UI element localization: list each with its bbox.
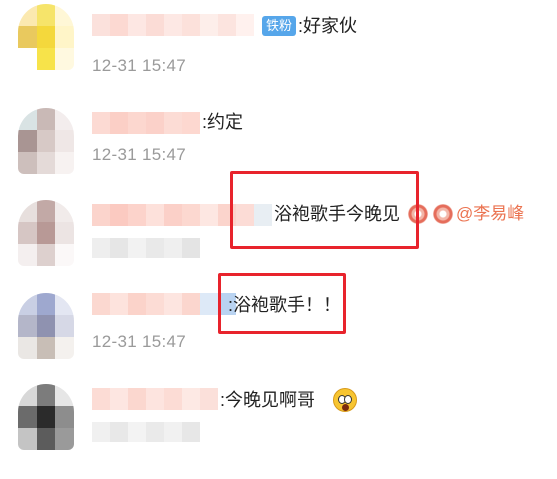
avatar[interactable]	[18, 4, 74, 70]
comment-item: 铁粉 :好家伙 12-31 15:47	[0, 0, 557, 90]
timestamp: 12-31 15:47	[92, 56, 187, 75]
highlight-box	[218, 273, 346, 334]
highlight-box	[230, 171, 419, 249]
username[interactable]	[92, 14, 254, 36]
avatar[interactable]	[18, 200, 74, 266]
avatar[interactable]	[18, 384, 74, 450]
username[interactable]	[92, 293, 236, 315]
username[interactable]	[92, 388, 218, 410]
comment-text: :约定	[202, 112, 244, 132]
flower-icon	[433, 204, 453, 224]
comment-text: :好家伙	[298, 16, 358, 36]
timestamp: 12-31 15:47	[92, 332, 187, 351]
shocked-face-icon	[333, 388, 357, 412]
timestamp	[92, 422, 200, 442]
username[interactable]	[92, 112, 200, 134]
fan-badge: 铁粉	[262, 16, 297, 36]
comment-item: :今晚见啊哥	[0, 378, 557, 468]
avatar[interactable]	[18, 293, 74, 359]
avatar[interactable]	[18, 108, 74, 174]
timestamp: 12-31 15:47	[92, 145, 187, 164]
comment-text: :今晚见啊哥	[220, 390, 316, 410]
user-mention[interactable]: @李易峰	[456, 202, 524, 226]
timestamp	[92, 238, 200, 258]
